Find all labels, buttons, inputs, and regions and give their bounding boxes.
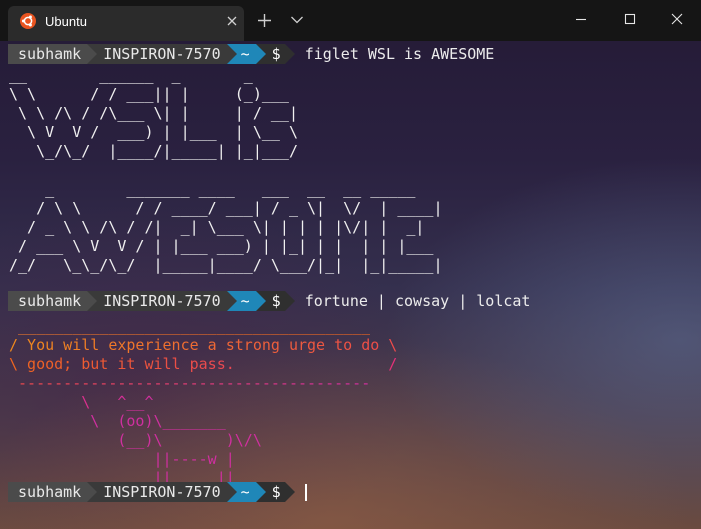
prompt-symbol: $ — [265, 482, 285, 502]
figlet-line: __ ______ _ _ — [9, 66, 253, 84]
figlet-line: / _ \ \ /\ / /| _| \___ \| | | | |\/| | … — [9, 218, 425, 236]
chevron-down-icon[interactable] — [290, 15, 304, 25]
tab-ubuntu[interactable]: Ubuntu — [8, 6, 244, 41]
prompt-separator-icon — [284, 44, 295, 64]
prompt-separator-icon — [284, 482, 295, 502]
terminal-body[interactable]: subhamk INSPIRON-7570 ~ $ figlet WSL is … — [0, 41, 701, 529]
close-icon[interactable] — [669, 11, 685, 27]
ubuntu-logo-icon — [20, 13, 36, 29]
cowsay-line: ||----w | — [9, 450, 235, 468]
prompt-host: INSPIRON-7570 — [97, 482, 227, 502]
prompt-user: subhamk — [8, 44, 88, 64]
prompt-separator-icon — [255, 291, 266, 311]
text-cursor[interactable] — [304, 483, 307, 501]
figlet-line: \ V V / ___) | |___ | \__ \ — [9, 123, 298, 141]
prompt-separator-icon — [255, 44, 266, 64]
cowsay-line: / You will experience a strong urge to d… — [9, 336, 398, 354]
cowsay-line: \ (oo)\_______ — [9, 412, 226, 430]
prompt-symbol: $ — [265, 291, 285, 311]
prompt-dir: ~ — [236, 482, 256, 502]
prompt-line: subhamk INSPIRON-7570 ~ $ fortune | cows… — [8, 291, 530, 311]
prompt-separator-icon — [226, 482, 237, 502]
cowsay-line: _______________________________________ — [9, 317, 371, 335]
prompt-user: subhamk — [8, 482, 88, 502]
maximize-icon[interactable] — [622, 11, 638, 27]
cowsay-output: _______________________________________ … — [9, 317, 397, 488]
figlet-line: / \ \ / / ____/ ___| / _ \| \/ | ____| — [9, 199, 443, 217]
figlet-line: /_/ \_\_/\_/ |_____|____/ \___/|_| |_|__… — [9, 256, 443, 274]
figlet-line: _ _______ ____ ___ __ __ _____ — [9, 180, 416, 198]
prompt-user: subhamk — [8, 291, 88, 311]
prompt-symbol: $ — [265, 44, 285, 64]
figlet-line: \_/\_/ |____/|_____| |_|___/ — [9, 142, 298, 160]
figlet-line: \ \ /\ / /\___ \| | | / __| — [9, 104, 298, 122]
title-bar[interactable]: Ubuntu — [0, 0, 701, 41]
prompt-dir: ~ — [236, 291, 256, 311]
tab-close-icon[interactable] — [225, 14, 239, 28]
tab-title: Ubuntu — [45, 14, 87, 29]
prompt-host: INSPIRON-7570 — [97, 44, 227, 64]
terminal-window: Ubuntu subhamk INSPIRON-7570 ~ $ figlet … — [0, 0, 701, 529]
prompt-separator-icon — [226, 291, 237, 311]
prompt-separator-icon — [87, 291, 98, 311]
prompt-separator-icon — [87, 44, 98, 64]
prompt-host: INSPIRON-7570 — [97, 291, 227, 311]
cowsay-line: (__)\ )\/\ — [9, 431, 262, 449]
prompt-separator-icon — [284, 291, 295, 311]
prompt-line-active[interactable]: subhamk INSPIRON-7570 ~ $ — [8, 482, 307, 502]
prompt-separator-icon — [87, 482, 98, 502]
figlet-output: __ ______ _ _ \ \ / / ___|| | (_)___ \ \… — [9, 66, 442, 275]
cowsay-line: \ good; but it will pass. / — [9, 355, 398, 373]
minimize-icon[interactable] — [573, 11, 589, 27]
prompt-separator-icon — [255, 482, 266, 502]
figlet-line: / ___ \ V V / | |___ ___) | |_| | | | | … — [9, 237, 434, 255]
prompt-separator-icon — [226, 44, 237, 64]
prompt-dir: ~ — [236, 44, 256, 64]
prompt-line: subhamk INSPIRON-7570 ~ $ figlet WSL is … — [8, 44, 494, 64]
command-text: fortune | cowsay | lolcat — [304, 292, 531, 310]
cowsay-line: \ ^__^ — [9, 393, 154, 411]
new-tab-plus-icon[interactable] — [257, 13, 272, 28]
cowsay-line: --------------------------------------- — [9, 374, 371, 392]
figlet-line: \ \ / / ___|| | (_)___ — [9, 85, 289, 103]
command-text: figlet WSL is AWESOME — [304, 45, 495, 63]
